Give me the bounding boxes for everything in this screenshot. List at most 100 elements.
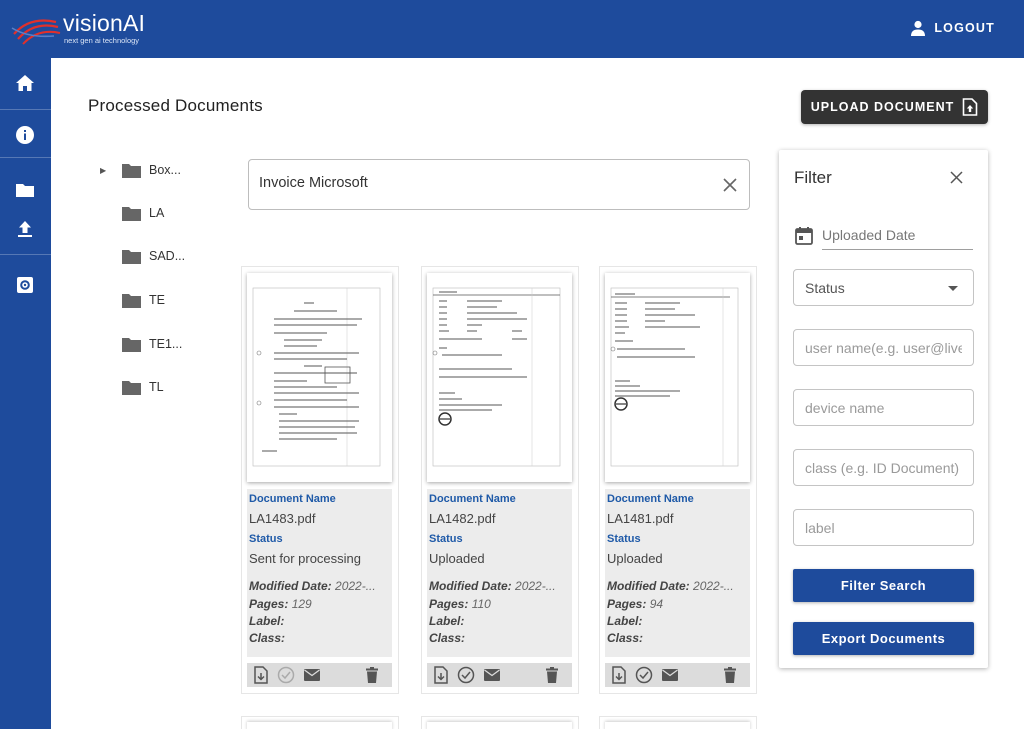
label-row: Label: <box>249 614 284 628</box>
folder-label: TE <box>149 293 165 307</box>
check-circle-icon[interactable] <box>635 666 653 684</box>
status-label: Status <box>429 533 463 545</box>
export-documents-button[interactable]: Export Documents <box>793 622 974 655</box>
tree-folder-item[interactable]: ▶ Box... <box>100 160 181 180</box>
document-thumbnail[interactable] <box>427 722 572 729</box>
modified-date-row: Modified Date: 2022-... <box>607 579 734 593</box>
class-row: Class: <box>429 631 465 645</box>
email-icon[interactable] <box>483 666 501 684</box>
pages-value: 94 <box>649 597 664 611</box>
document-name-label: Document Name <box>429 493 516 505</box>
document-card[interactable] <box>599 716 757 729</box>
folder-icon <box>122 163 141 178</box>
tree-folder-item[interactable]: LA <box>100 203 164 223</box>
modified-date-row: Modified Date: 2022-... <box>249 579 376 593</box>
close-icon[interactable] <box>723 178 737 192</box>
download-file-icon[interactable] <box>252 666 270 684</box>
folder-label: Box... <box>149 163 181 177</box>
folder-icon[interactable] <box>15 180 35 200</box>
folder-label: TE1... <box>149 337 183 351</box>
document-info: Document Name LA1481.pdf Status Uploaded… <box>605 489 750 657</box>
class-field[interactable] <box>793 449 974 486</box>
tree-folder-item[interactable]: TE <box>100 290 165 310</box>
document-card[interactable] <box>241 716 399 729</box>
tree-folder-item[interactable]: SAD... <box>100 246 185 266</box>
username-field[interactable] <box>793 329 974 366</box>
document-thumbnail[interactable] <box>247 722 392 729</box>
document-preview-image <box>252 287 381 467</box>
caret-right-icon[interactable]: ▶ <box>100 166 110 175</box>
folder-icon <box>122 249 141 264</box>
document-card[interactable]: Document Name LA1481.pdf Status Uploaded… <box>599 266 757 694</box>
top-bar: visionAI next gen ai technology LOGOUT <box>0 0 1024 58</box>
label-field[interactable] <box>793 509 974 546</box>
logout-button[interactable]: LOGOUT <box>910 20 995 36</box>
document-name: LA1482.pdf <box>429 511 496 526</box>
home-icon[interactable] <box>15 73 35 93</box>
document-preview-image <box>432 287 561 467</box>
upload-icon[interactable] <box>15 219 35 239</box>
check-circle-icon[interactable] <box>457 666 475 684</box>
close-icon[interactable] <box>950 171 963 184</box>
status-value: Uploaded <box>607 551 663 566</box>
device-name-field[interactable] <box>793 389 974 426</box>
filter-search-button[interactable]: Filter Search <box>793 569 974 602</box>
download-file-icon[interactable] <box>610 666 628 684</box>
modified-date-label: Modified Date: <box>429 579 512 593</box>
email-icon[interactable] <box>303 666 321 684</box>
file-upload-icon <box>962 98 978 116</box>
document-thumbnail[interactable] <box>247 273 392 482</box>
folder-label: LA <box>149 206 165 220</box>
document-name-label: Document Name <box>607 493 694 505</box>
upload-document-button[interactable]: UPLOAD DOCUMENT <box>801 90 988 124</box>
label-label: Label: <box>249 614 285 628</box>
nav-divider <box>0 254 51 255</box>
settings-icon[interactable] <box>15 275 35 295</box>
pages-value: 129 <box>291 597 312 611</box>
tree-folder-item[interactable]: TL <box>100 377 164 397</box>
status-value: Sent for processing <box>249 551 362 566</box>
label-row: Label: <box>607 614 642 628</box>
logout-label: LOGOUT <box>934 21 995 35</box>
info-icon[interactable] <box>15 125 35 145</box>
upload-document-label: UPLOAD DOCUMENT <box>810 100 955 114</box>
folder-label: TL <box>149 380 164 394</box>
document-thumbnail[interactable] <box>427 273 572 482</box>
document-name: LA1483.pdf <box>249 511 316 526</box>
status-label: Status <box>607 533 641 545</box>
delete-icon[interactable] <box>363 666 381 684</box>
modified-date-value: 2022-... <box>335 579 376 593</box>
document-card[interactable] <box>421 716 579 729</box>
calendar-icon[interactable] <box>795 226 813 245</box>
class-label: Class: <box>429 631 466 645</box>
search-box <box>248 159 750 210</box>
status-value: Uploaded <box>429 551 485 566</box>
delete-icon[interactable] <box>721 666 739 684</box>
document-thumbnail[interactable] <box>605 722 750 729</box>
modified-date-value: 2022-... <box>515 579 556 593</box>
pages-label: Pages: <box>607 597 647 611</box>
uploaded-date-field[interactable]: Uploaded Date <box>822 218 973 250</box>
delete-icon[interactable] <box>543 666 561 684</box>
caret-down-icon <box>948 286 958 291</box>
filter-title: Filter <box>794 168 832 187</box>
tree-folder-item[interactable]: TE1... <box>100 334 182 354</box>
class-row: Class: <box>607 631 643 645</box>
email-icon[interactable] <box>661 666 679 684</box>
document-name: LA1481.pdf <box>607 511 674 526</box>
download-file-icon[interactable] <box>432 666 450 684</box>
modified-date-label: Modified Date: <box>607 579 690 593</box>
document-card[interactable]: Document Name LA1482.pdf Status Uploaded… <box>421 266 579 694</box>
card-actions <box>427 663 572 687</box>
check-circle-icon[interactable] <box>277 666 295 684</box>
search-input[interactable] <box>259 175 699 191</box>
document-card[interactable]: Document Name LA1483.pdf Status Sent for… <box>241 266 399 694</box>
label-label: Label: <box>429 614 465 628</box>
filter-panel: Filter Uploaded Date Status Filter Searc… <box>779 150 988 668</box>
left-nav <box>0 58 51 729</box>
pages-label: Pages: <box>249 597 289 611</box>
status-select[interactable]: Status <box>793 269 974 306</box>
modified-date-label: Modified Date: <box>249 579 332 593</box>
document-thumbnail[interactable] <box>605 273 750 482</box>
document-info: Document Name LA1482.pdf Status Uploaded… <box>427 489 572 657</box>
